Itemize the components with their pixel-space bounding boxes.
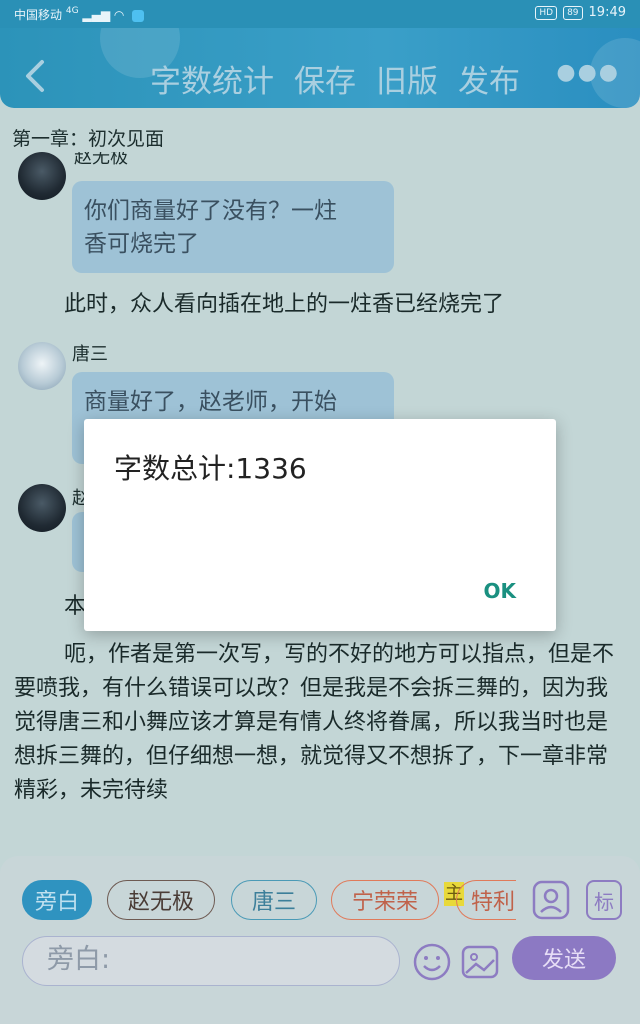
word-count-dialog: 字数总计:1336 OK [84,419,556,631]
status-bar: 中国移动 4G ▂▄▆ ◠ HD 89 19:49 [0,0,640,28]
composer-panel: 旁白 赵无极 唐三 宁荣荣 主 特利 标 旁白: 发送 [0,856,640,1024]
header-actions: 字数统计 保存 旧版 发布 [150,56,520,101]
send-button[interactable]: 发送 [512,936,616,980]
character-chip-ningrongrong[interactable]: 宁荣荣 [331,880,439,920]
hd-badge: HD [535,5,558,20]
chevron-left-icon[interactable] [22,58,50,94]
message-bubble[interactable]: 你们商量好了没有？一炷 香可烧完了 [72,181,394,273]
status-right: HD 89 19:49 [535,5,626,20]
person-icon[interactable] [532,880,570,920]
qq-icon [132,9,145,22]
carrier-label: 中国移动 [14,8,63,22]
avatar[interactable] [18,152,66,200]
speaker-name: 赵无极 [74,152,128,168]
character-chip-narrator[interactable]: 旁白 [22,880,92,920]
word-count-button[interactable]: 字数统计 [150,56,274,101]
battery-icon: 89 [563,5,583,20]
message-text: 香可烧完了 [84,231,199,257]
speaker-name: 唐三 [72,344,108,365]
avatar[interactable] [18,342,66,390]
more-dots-icon[interactable]: ●●● [556,60,620,85]
signal-icon: ▂▄▆ [82,8,111,22]
image-icon[interactable] [460,942,500,982]
publish-button[interactable]: 发布 [458,56,520,101]
emoji-icon[interactable] [412,942,452,982]
chapter-title: 第一章：初次见面 [12,128,165,150]
top-toolbar: 字数统计 保存 旧版 发布 ●●● [0,28,640,108]
character-chip-more[interactable]: 特利 [456,880,516,920]
save-button[interactable]: 保存 [294,56,356,101]
message-text: 商量好了，赵老师，开始 [84,389,337,415]
message-input[interactable]: 旁白: [22,936,400,986]
character-chip-zhaowuji[interactable]: 赵无极 [107,880,215,920]
old-version-button[interactable]: 旧版 [376,56,438,101]
clock: 19:49 [588,5,626,20]
wifi-icon: ◠ [113,8,125,22]
narration-text[interactable]: 呃，作者是第一次写，写的不好的地方可以指点，但是不要喷我，有什么错误可以改？但是… [14,638,626,808]
network-label: 4G [65,6,79,16]
character-chip-tangsan[interactable]: 唐三 [231,880,317,920]
dialog-message: 字数总计:1336 [114,452,307,485]
narration-text[interactable]: 此时，众人看向插在地上的一炷香已经烧完了 [14,288,626,322]
status-left: 中国移动 4G ▂▄▆ ◠ [14,6,145,23]
ok-button[interactable]: OK [484,579,517,603]
avatar[interactable] [18,484,66,532]
tag-icon[interactable]: 标 [586,880,622,920]
message-text: 你们商量好了没有？一炷 [84,198,337,224]
